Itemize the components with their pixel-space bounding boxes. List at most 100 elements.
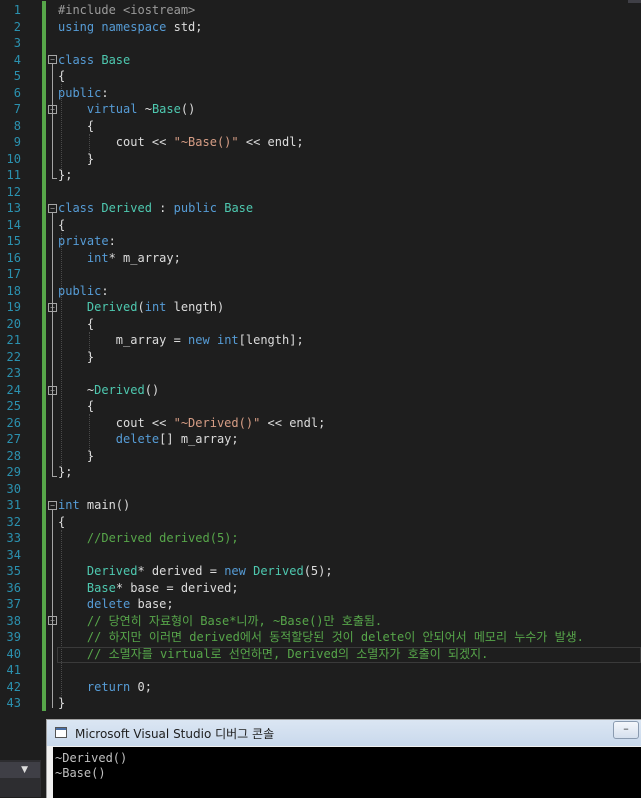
code-line-22[interactable]: }	[58, 349, 94, 366]
code-line-43[interactable]: }	[58, 695, 65, 712]
code-line-27[interactable]: delete[] m_array;	[58, 431, 239, 448]
line-number: 19	[6, 300, 21, 314]
line-number: 23	[6, 366, 21, 380]
code-line-1[interactable]: #include <iostream>	[58, 2, 195, 19]
line-number: 10	[6, 151, 21, 166]
code-line-14[interactable]: {	[58, 217, 65, 234]
code-text: }	[86, 349, 95, 364]
code-line-11[interactable]: };	[58, 167, 72, 184]
keyword: using namespace	[58, 19, 167, 34]
code-editor[interactable]: 1 2 3 4 5 6 7 8 9 10 11 12 13 14 15 16 1…	[0, 0, 641, 797]
code-text: ()	[144, 382, 160, 397]
collapse-box-icon[interactable]: −	[48, 386, 57, 395]
line-number: 30	[6, 481, 21, 496]
line-number: 15	[6, 234, 21, 248]
code-line-38[interactable]: // 당연히 자료형이 Base*니까, ~Base()만 호출됨.	[58, 613, 382, 630]
line-number: 38	[6, 613, 21, 628]
code-line-7[interactable]: virtual ~Base()	[58, 101, 195, 118]
code-line-33[interactable]: //Derived derived(5);	[58, 530, 239, 547]
console-title-bar[interactable]: Microsoft Visual Studio 디버그 콘솔 –	[47, 720, 641, 746]
line-number: 25	[6, 399, 21, 413]
code-text: (	[137, 300, 145, 314]
code-line-36[interactable]: Base* base = derived;	[58, 580, 239, 597]
type-name: Derived	[86, 564, 138, 578]
code-line-31[interactable]: int main()	[58, 497, 130, 514]
line-number: 20	[6, 316, 21, 331]
line-number: 43	[6, 696, 21, 710]
string-literal: "~Base()"	[173, 135, 239, 149]
code-text: << endl;	[238, 135, 304, 149]
line-number: 41	[6, 663, 21, 677]
code-line-20[interactable]: {	[58, 316, 94, 333]
console-output[interactable]: ~Derived() ~Base()	[53, 747, 641, 798]
code-text: std;	[166, 19, 203, 34]
code-line-40[interactable]: // 소멸자를 virtual로 선언하면, Derived의 소멸자가 호출이…	[58, 646, 488, 663]
code-line-18[interactable]: public:	[58, 283, 109, 300]
code-line-10[interactable]: }	[58, 151, 94, 168]
code-text: :	[101, 85, 109, 100]
code-text: :	[101, 283, 109, 298]
line-number: 39	[6, 630, 21, 644]
code-text: length)	[166, 300, 225, 314]
collapse-box-icon[interactable]: −	[48, 105, 57, 114]
line-number: 16	[6, 250, 21, 265]
keyword: return	[86, 679, 131, 694]
minimize-icon[interactable]: –	[613, 721, 639, 739]
code-line-24[interactable]: ~Derived()	[58, 382, 159, 399]
type-name: Derived	[86, 300, 138, 314]
code-line-15[interactable]: private:	[58, 233, 116, 250]
collapse-box-icon[interactable]: −	[48, 501, 57, 510]
keyword: public	[58, 85, 102, 100]
code-line-37[interactable]: delete base;	[58, 596, 174, 613]
collapse-box-icon[interactable]: −	[48, 55, 57, 64]
keyword: int	[86, 250, 109, 265]
code-line-2[interactable]: using namespace std;	[58, 19, 203, 36]
code-line-6[interactable]: public:	[58, 85, 109, 102]
code-line-26[interactable]: cout << "~Derived()" << endl;	[58, 415, 326, 432]
code-line-4[interactable]: class Base	[58, 52, 130, 69]
keyword: virtual	[86, 102, 138, 116]
code-line-35[interactable]: Derived* derived = new Derived(5);	[58, 563, 333, 580]
line-number: 17	[6, 267, 21, 281]
console-title: Microsoft Visual Studio 디버그 콘솔	[75, 727, 275, 741]
dropdown-arrow-icon[interactable]: ▼	[0, 762, 40, 778]
code-line-32[interactable]: {	[58, 514, 65, 531]
keyword: int	[216, 333, 239, 347]
fold-guide	[52, 213, 53, 476]
code-line-13[interactable]: class Derived : public Base	[58, 200, 253, 217]
code-text: {	[58, 69, 66, 83]
code-line-28[interactable]: }	[58, 448, 94, 465]
code-text: };	[58, 465, 73, 479]
collapse-box-icon[interactable]: −	[48, 204, 57, 213]
type-name: Base	[86, 580, 116, 595]
line-number: 29	[6, 465, 21, 479]
line-number: 2	[13, 19, 21, 34]
code-text: * base = derived;	[115, 580, 239, 595]
line-number: 21	[6, 333, 21, 347]
type-name: Derived	[101, 201, 152, 215]
line-number: 24	[6, 382, 21, 397]
comment: //Derived derived(5);	[86, 531, 239, 545]
fold-guide	[52, 64, 53, 178]
code-text: :	[108, 234, 116, 248]
code-line-21[interactable]: m_array = new int[length];	[58, 332, 304, 349]
debug-console-window[interactable]: Microsoft Visual Studio 디버그 콘솔 – ~Derive…	[46, 719, 641, 798]
code-line-39[interactable]: // 하지만 이러면 derived에서 동적할당된 것이 delete이 안되…	[58, 629, 584, 646]
code-line-16[interactable]: int* m_array;	[58, 250, 181, 267]
collapse-box-icon[interactable]: −	[48, 303, 57, 312]
line-number: 32	[6, 514, 21, 529]
code-line-29[interactable]: };	[58, 464, 72, 481]
line-number: 3	[13, 36, 21, 50]
line-number: 37	[6, 597, 21, 611]
collapse-box-icon[interactable]: −	[48, 616, 57, 625]
code-line-8[interactable]: {	[58, 118, 94, 135]
change-tracking-bar	[42, 1, 46, 711]
code-text: :	[151, 201, 174, 215]
code-line-19[interactable]: Derived(int length)	[58, 299, 224, 316]
keyword: class	[58, 52, 95, 67]
code-line-42[interactable]: return 0;	[58, 679, 152, 696]
code-line-5[interactable]: {	[58, 68, 65, 85]
code-line-9[interactable]: cout << "~Base()" << endl;	[58, 134, 304, 151]
code-line-25[interactable]: {	[58, 398, 94, 415]
